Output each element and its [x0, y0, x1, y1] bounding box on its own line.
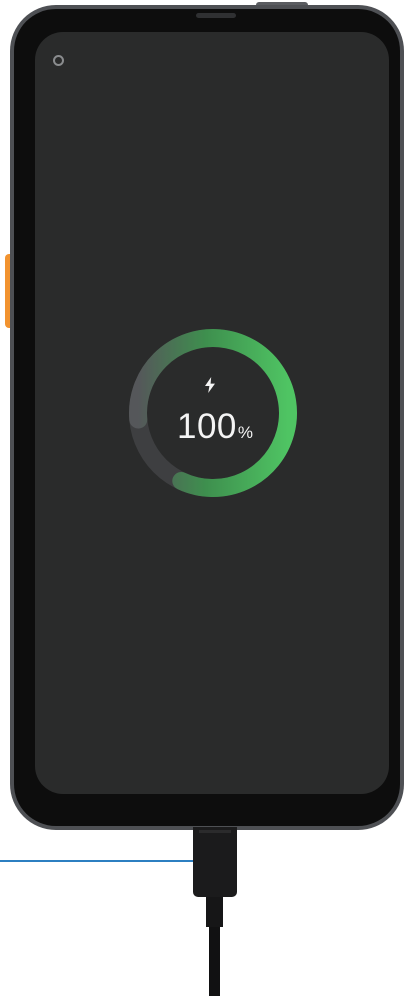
- earpiece: [196, 13, 236, 18]
- bolt-icon: [205, 377, 215, 393]
- battery-percentage: 100%: [160, 407, 270, 454]
- usb-c-plug-tip: [199, 830, 231, 833]
- charging-cable: [209, 927, 220, 996]
- camera-icon: [53, 55, 64, 66]
- callout-line: [0, 860, 195, 862]
- usb-c-plug: [193, 827, 237, 897]
- cable-strain-relief: [206, 897, 223, 927]
- battery-percent-unit: %: [237, 423, 254, 442]
- battery-percent-value: 100: [176, 407, 237, 446]
